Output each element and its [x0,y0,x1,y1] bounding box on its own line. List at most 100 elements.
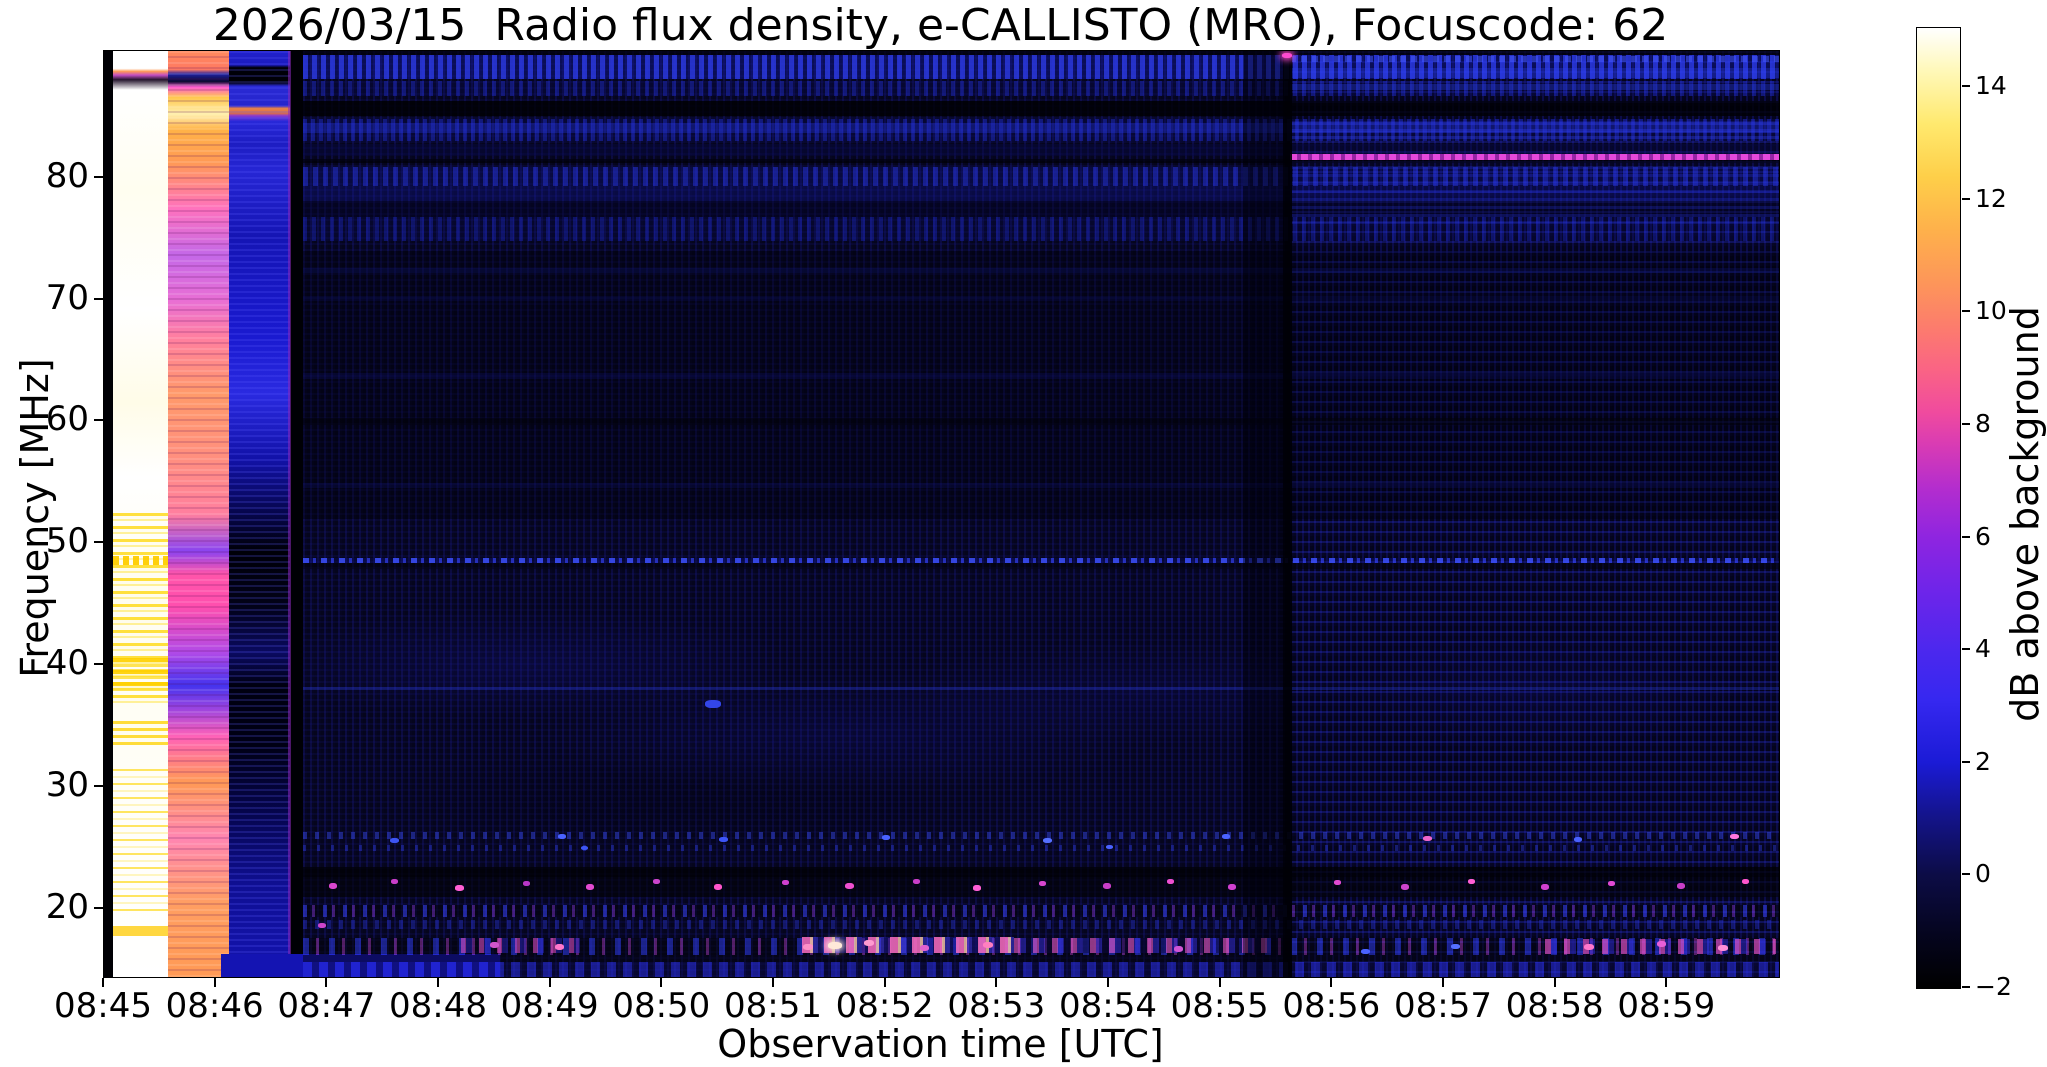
y-tick-mark [94,663,103,666]
spectrogram-layer [461,938,585,953]
rfi-speckle [881,834,890,840]
rfi-speckle [1422,835,1432,841]
x-axis-label: Observation time [UTC] [717,1022,1164,1066]
spectrogram-layer [1282,51,1292,977]
y-tick-mark [94,297,103,300]
rfi-speckle [1102,882,1111,889]
spectrogram-layer [302,867,1779,878]
rfi-speckle [1281,52,1292,58]
spectrogram-layer [289,51,303,977]
spectrogram-layer [302,372,1779,379]
rfi-speckle [580,845,588,850]
spectrogram-layer [302,100,1779,116]
y-tick-mark [94,784,103,787]
spectrogram-layer [302,905,1779,918]
y-tick-mark [94,541,103,544]
rfi-speckle [1400,883,1409,890]
colorbar-tick-label: 12 [1975,183,2007,213]
spectrogram-layer [228,51,290,977]
spectrogram-layer [1014,938,1271,954]
colorbar-tick-mark [1962,535,1970,538]
rfi-speckle [1729,834,1739,840]
colorbar-tick-label: 2 [1975,746,1991,776]
rfi-speckle [973,885,982,892]
colorbar-tick-mark [1962,197,1970,200]
spectrogram-layer [1243,51,1284,977]
chart-title: 2026/03/15 Radio flux density, e-CALLIST… [212,0,1669,51]
spectrogram-layer [302,563,1779,569]
rfi-speckle [555,943,565,950]
rfi-speckle [454,885,464,892]
spectrogram-layer [1289,68,1779,78]
y-tick-label: 80 [45,155,89,196]
colorbar-tick-mark [1962,648,1970,651]
colorbar-tick-mark [1962,422,1970,425]
colorbar-tick-mark [1962,873,1970,876]
spectrogram-layer [113,925,169,936]
colorbar-tick-label: 8 [1975,408,1991,438]
spectrogram-layer [302,687,1779,691]
rfi-speckle [1608,880,1615,886]
y-tick-mark [94,906,103,909]
spectrogram-layer [302,579,1290,861]
spectrogram-layer [1289,121,1779,142]
colorbar-tick-label: 0 [1975,859,1991,889]
rfi-speckle [1584,943,1595,950]
spectrogram-layer [302,482,1779,489]
rfi-speckle [522,880,530,886]
spectrogram-layer [288,51,291,977]
colorbar-gradient [1917,28,1960,988]
rfi-speckle [781,880,789,886]
rfi-speckle [585,883,594,890]
y-axis-label: Frequency [MHz] [13,358,57,678]
spectrogram-layer [302,250,1779,519]
spectrogram-layer [1289,83,1779,90]
rfi-speckle [1574,836,1582,842]
spectrogram-figure: 2026/03/15 Radio flux density, e-CALLIST… [0,0,2047,1067]
colorbar-tick-label: −2 [1975,972,2012,1001]
rfi-speckle [653,878,661,884]
rfi-speckle [1540,884,1549,891]
rfi-speckle [1038,880,1046,886]
colorbar-tick-mark [1962,310,1970,313]
spectrogram-layer [1289,55,1779,62]
rfi-speckle [1657,941,1667,948]
spectrogram-layer [1289,153,1779,161]
colorbar-tick-label: 14 [1975,71,2007,101]
spectrogram-layer [113,768,169,915]
colorbar-tick-mark [1962,760,1970,763]
spectrogram-layer [302,919,1779,930]
colorbar [1916,27,1961,989]
plot-area [103,50,1780,978]
colorbar-tick-mark [1962,85,1970,88]
spectrogram-layer [104,51,114,977]
spectrogram-layer [113,556,169,566]
x-tick-label: 08:59 [1617,986,1716,1026]
y-tick-mark [94,419,103,422]
rfi-speckle [1173,945,1183,952]
rfi-speckle [802,943,813,950]
spectrogram-layer [168,51,229,977]
rfi-speckle [1227,883,1236,890]
rfi-speckle [328,882,337,889]
rfi-speckle [704,700,721,709]
spectrogram-layer [1289,579,1779,861]
spectrogram-layer [302,417,1779,426]
rfi-speckle [1043,838,1053,844]
rfi-speckle [1105,845,1113,850]
rfi-speckle [1361,948,1371,954]
rfi-speckle [389,838,399,844]
y-tick-label: 20 [45,886,89,927]
rfi-speckle [719,836,729,842]
spectrogram-layer [113,657,169,692]
spectrogram-layer [302,845,1779,852]
spectrogram-layer [302,832,1779,840]
spectrogram-layer [1289,165,1779,224]
y-tick-mark [94,175,103,178]
rfi-speckle [1450,944,1460,950]
rfi-speckle [828,941,843,949]
rfi-speckle [557,833,566,839]
spectrogram-layer [113,721,169,746]
rfi-speckle [317,923,326,929]
colorbar-label: dB above background [2003,306,2047,722]
